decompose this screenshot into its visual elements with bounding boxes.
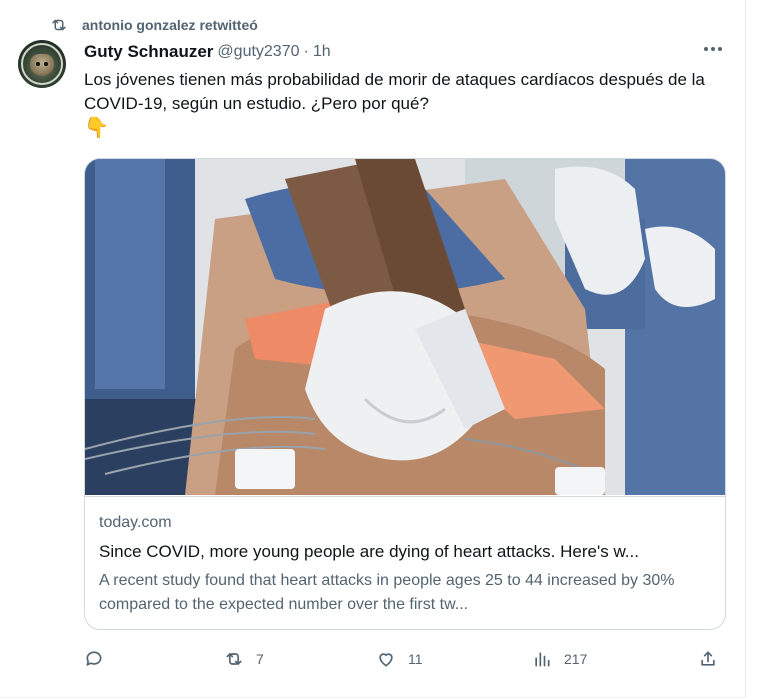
pointing-down-emoji: 👇 [84, 117, 109, 139]
author-handle[interactable]: @guty2370 [217, 43, 299, 61]
page-gutter [746, 0, 764, 698]
retweet-banner[interactable]: antonio gonzalez retwitteó [50, 14, 258, 36]
card-domain[interactable]: today.com [99, 514, 172, 532]
views-count: 217 [564, 651, 588, 667]
link-preview-card[interactable]: today.com Since COVID, more young people… [84, 158, 726, 630]
like-button[interactable]: 11 [376, 647, 423, 671]
heart-icon [379, 653, 393, 667]
retweet-icon [226, 653, 242, 665]
tweet-header: Guty Schnauzer @guty2370 · 1h [84, 41, 331, 63]
tweet-container[interactable]: antonio gonzalez retwitteó Guty Schnauze… [0, 0, 746, 698]
retweet-banner-text: antonio gonzalez retwitteó [82, 17, 258, 33]
avatar[interactable] [18, 40, 66, 88]
cpr-scene-image [85, 159, 725, 495]
separator-dot: · [303, 43, 309, 60]
analytics-icon [535, 652, 550, 667]
card-image[interactable] [85, 159, 725, 495]
more-dot [711, 47, 715, 51]
retweet-icon [52, 19, 66, 31]
tweet-body: Los jóvenes tienen más probabilidad de m… [84, 70, 705, 113]
more-dot [704, 47, 708, 51]
more-options-icon[interactable] [704, 47, 722, 51]
avatar-dog-face [30, 54, 54, 76]
retweet-count: 7 [256, 651, 264, 667]
retweet-button[interactable]: 7 [224, 647, 264, 671]
card-body[interactable]: today.com Since COVID, more young people… [85, 496, 725, 629]
author-name[interactable]: Guty Schnauzer [84, 42, 213, 62]
more-dot [718, 47, 722, 51]
timestamp[interactable]: 1h [313, 43, 331, 61]
card-title[interactable]: Since COVID, more young people are dying… [99, 542, 713, 562]
action-bar: 7 11 217 [84, 647, 726, 671]
share-button[interactable] [698, 647, 718, 671]
like-count: 11 [408, 651, 423, 667]
tweet-text: Los jóvenes tienen más probabilidad de m… [84, 68, 724, 140]
avatar-eye [36, 62, 40, 66]
card-description: A recent study found that heart attacks … [99, 572, 675, 613]
share-icon [701, 651, 715, 666]
reply-button[interactable] [84, 647, 116, 671]
views-button[interactable]: 217 [532, 647, 587, 671]
reply-icon [86, 651, 102, 666]
avatar-eye [44, 62, 48, 66]
